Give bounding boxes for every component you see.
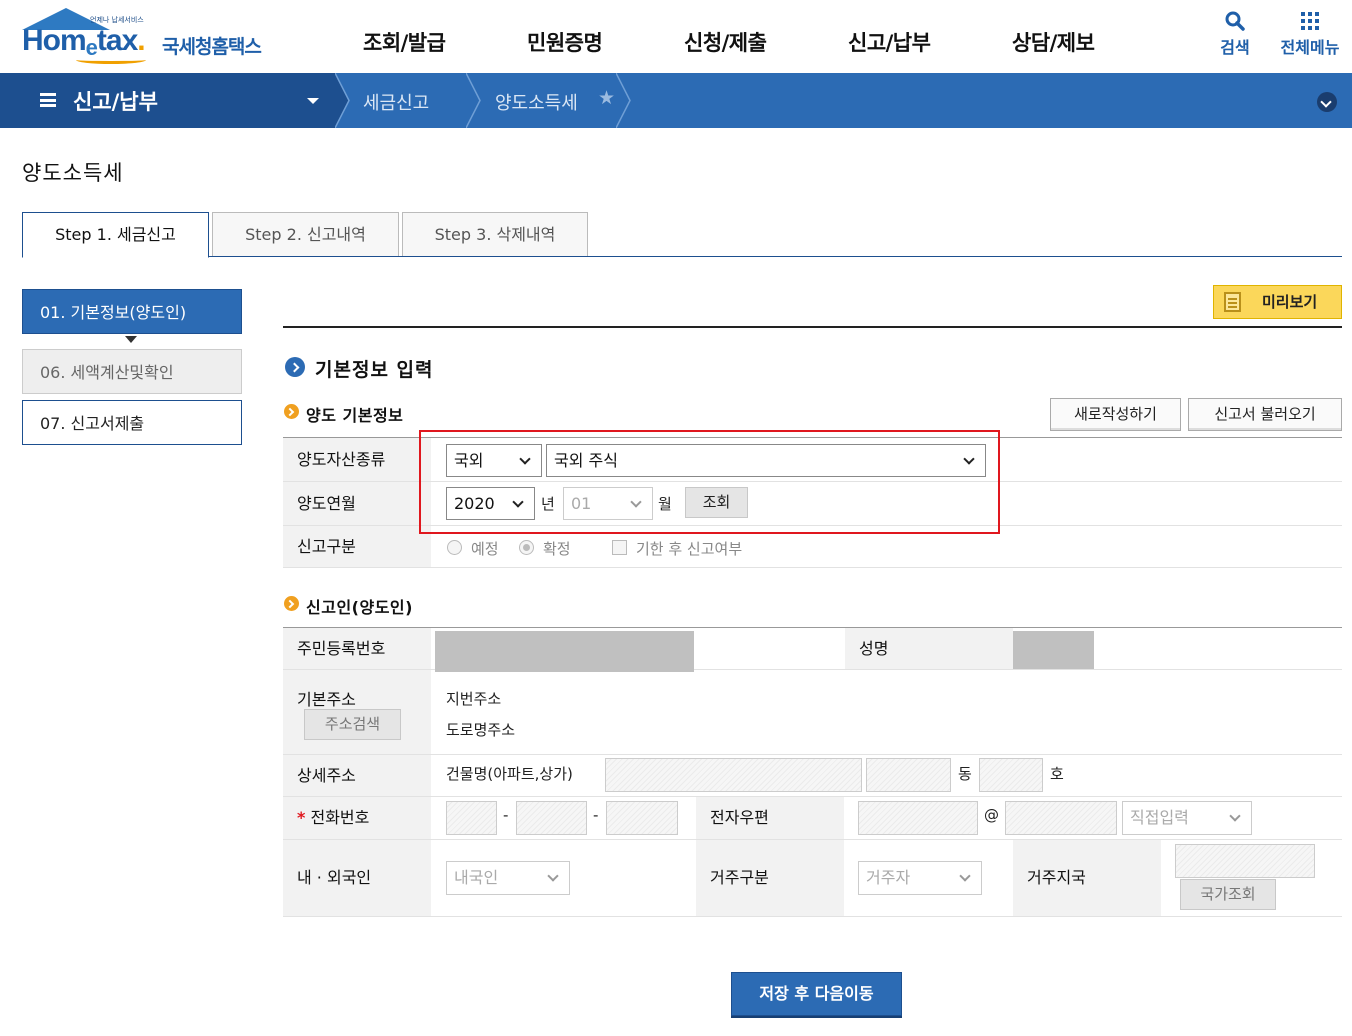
tab-step1[interactable]: Step 1. 세금신고 bbox=[22, 212, 209, 258]
radio-final-label: 확정 bbox=[543, 540, 571, 558]
all-menu-button[interactable]: 전체메뉴 bbox=[1275, 10, 1345, 58]
location-main-title: 신고/납부 bbox=[73, 90, 158, 114]
bullet-icon bbox=[284, 596, 299, 611]
dong-input[interactable] bbox=[866, 758, 951, 792]
radio-preliminary[interactable] bbox=[447, 540, 462, 555]
hometax-logo[interactable]: 언제나 납세서비스 Hometax. 국세청홈택스 bbox=[20, 6, 280, 66]
tabs-divider bbox=[22, 256, 1342, 257]
new-write-button[interactable]: 새로작성하기 bbox=[1050, 398, 1181, 431]
rrn-masked bbox=[435, 631, 694, 672]
subsection-reporter-text: 신고인(양도인) bbox=[306, 598, 413, 617]
step-tax-calculation[interactable]: 06. 세액계산및확인 bbox=[22, 349, 242, 394]
favorite-star-icon[interactable]: ★ bbox=[598, 87, 615, 109]
dong-label: 동 bbox=[958, 765, 972, 783]
gnb-certificate[interactable]: 민원증명 bbox=[527, 27, 603, 57]
email-domain-select[interactable]: 직접입력 bbox=[1122, 801, 1252, 835]
email-id-input[interactable] bbox=[858, 801, 978, 835]
name-masked bbox=[1013, 631, 1094, 669]
email-at: @ bbox=[984, 806, 999, 824]
breadcrumb-separator-icon bbox=[616, 73, 631, 128]
location-main-menu[interactable]: 신고/납부 bbox=[0, 73, 336, 128]
hamburger-icon bbox=[40, 93, 56, 107]
late-report-label: 기한 후 신고여부 bbox=[636, 540, 743, 558]
subsection-reporter: 신고인(양도인) bbox=[284, 594, 413, 618]
phone-part3-input[interactable] bbox=[606, 801, 678, 835]
phone-dash-2: - bbox=[593, 806, 599, 824]
document-icon bbox=[1224, 292, 1241, 312]
subsection-transfer-basic-text: 양도 기본정보 bbox=[306, 406, 404, 425]
rrn-label: 주민등록번호 bbox=[283, 628, 431, 669]
all-menu-label: 전체메뉴 bbox=[1280, 38, 1340, 57]
email-domain-input[interactable] bbox=[1005, 801, 1117, 835]
location-expand-icon[interactable] bbox=[1317, 92, 1337, 112]
address-search-button[interactable]: 주소검색 bbox=[304, 709, 401, 740]
asset-type-label: 양도자산종류 bbox=[283, 438, 431, 481]
preview-label: 미리보기 bbox=[1262, 293, 1318, 311]
country-search-button[interactable]: 국가조회 bbox=[1180, 879, 1276, 910]
email-label: 전자우편 bbox=[696, 797, 844, 839]
subsection-transfer-basic: 양도 기본정보 bbox=[284, 402, 403, 426]
breadcrumb-capital-gains[interactable]: 양도소득세 bbox=[495, 89, 578, 115]
highlight-box bbox=[419, 430, 1000, 534]
logo-swoosh-icon bbox=[76, 56, 146, 64]
transfer-month-label: 양도연월 bbox=[283, 482, 431, 525]
location-bar: 신고/납부 세금신고 양도소득세 ★ bbox=[0, 73, 1352, 128]
phone-dash-1: - bbox=[503, 806, 509, 824]
jibun-address-label: 지번주소 bbox=[446, 690, 502, 708]
residence-label: 거주구분 bbox=[696, 840, 844, 916]
country-input[interactable] bbox=[1175, 844, 1315, 878]
preview-button[interactable]: 미리보기 bbox=[1213, 285, 1342, 319]
save-next-button[interactable]: 저장 후 다음이동 bbox=[731, 972, 902, 1016]
step-arrow-icon bbox=[125, 336, 137, 343]
search-icon bbox=[1225, 11, 1245, 31]
bullet-icon bbox=[284, 404, 299, 419]
breadcrumb-separator-icon bbox=[466, 73, 481, 128]
logo-korean-name: 국세청홈택스 bbox=[162, 36, 262, 58]
gnb-inquiry[interactable]: 조회/발급 bbox=[363, 27, 446, 57]
building-name-input[interactable] bbox=[605, 758, 862, 792]
late-report-checkbox[interactable] bbox=[612, 540, 627, 555]
search-button[interactable]: 검색 bbox=[1200, 10, 1270, 58]
radio-final[interactable] bbox=[519, 540, 534, 555]
section-title: 기본정보 입력 bbox=[285, 355, 434, 382]
name-label: 성명 bbox=[845, 628, 1013, 669]
radio-preliminary-label: 예정 bbox=[471, 540, 499, 558]
load-report-button[interactable]: 신고서 불러오기 bbox=[1188, 398, 1342, 431]
tab-step2[interactable]: Step 2. 신고내역 bbox=[212, 212, 399, 257]
logo-wordmark: Hometax. bbox=[22, 24, 146, 60]
arrow-circle-icon bbox=[285, 357, 305, 377]
content-top-rule bbox=[283, 326, 1342, 328]
search-label: 검색 bbox=[1220, 38, 1250, 57]
required-mark: * bbox=[297, 808, 306, 827]
residence-country-label: 거주지국 bbox=[1013, 840, 1161, 916]
breadcrumb-separator-icon bbox=[335, 73, 350, 128]
breadcrumb-tax-report[interactable]: 세금신고 bbox=[363, 89, 429, 115]
step-submit[interactable]: 07. 신고서제출 bbox=[22, 400, 242, 445]
phone-part1-input[interactable] bbox=[446, 801, 497, 835]
grid-menu-icon bbox=[1301, 12, 1319, 30]
phone-label-cell: * 전화번호 bbox=[283, 797, 431, 839]
tab-step3[interactable]: Step 3. 삭제내역 bbox=[402, 212, 588, 257]
gnb-application[interactable]: 신청/제출 bbox=[684, 27, 767, 57]
step-basic-info[interactable]: 01. 기본정보(양도인) bbox=[22, 289, 242, 334]
road-address-label: 도로명주소 bbox=[446, 721, 516, 739]
top-header: 언제나 납세서비스 Hometax. 국세청홈택스 조회/발급 민원증명 신청/… bbox=[0, 0, 1352, 73]
phone-part2-input[interactable] bbox=[516, 801, 587, 835]
gnb-consult[interactable]: 상담/제보 bbox=[1012, 27, 1095, 57]
gnb-report-pay[interactable]: 신고/납부 bbox=[848, 27, 931, 57]
detail-address-label: 상세주소 bbox=[283, 755, 431, 796]
residence-select[interactable]: 거주자 bbox=[858, 861, 982, 895]
phone-label: 전화번호 bbox=[310, 808, 370, 827]
page-title: 양도소득세 bbox=[22, 161, 124, 185]
row-basic-address: 기본주소 bbox=[283, 670, 1342, 755]
nationality-select[interactable]: 내국인 bbox=[446, 861, 570, 895]
building-name-label: 건물명(아파트,상가) bbox=[446, 765, 573, 783]
caret-down-icon bbox=[307, 98, 319, 104]
nationality-label: 내 · 외국인 bbox=[283, 840, 431, 916]
ho-input[interactable] bbox=[979, 758, 1043, 792]
ho-label: 호 bbox=[1050, 765, 1064, 783]
report-type-label: 신고구분 bbox=[283, 526, 431, 567]
section-title-text: 기본정보 입력 bbox=[315, 359, 434, 381]
